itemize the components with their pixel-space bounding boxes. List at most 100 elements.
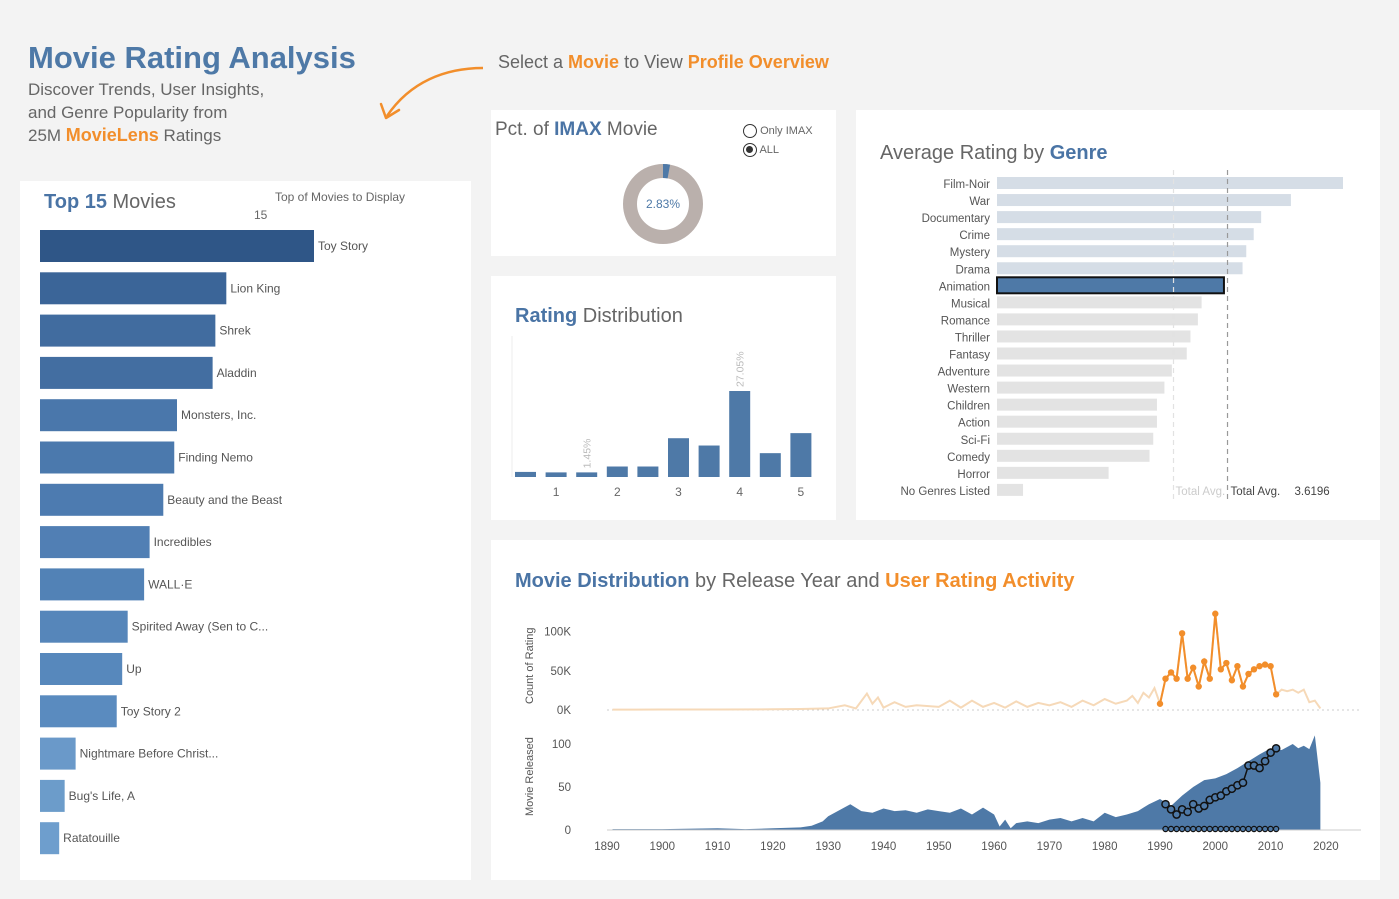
movie-bar-label[interactable]: Monsters, Inc. [181,408,256,422]
genre-bar[interactable] [997,483,1024,496]
movie-bar-label[interactable]: Beauty and the Beast [167,493,282,507]
genre-label[interactable]: Animation [939,281,990,293]
rating-activity-point[interactable] [1201,658,1208,665]
rating-activity-point[interactable] [1184,675,1191,682]
genre-label[interactable]: Drama [955,264,990,276]
movie-bar[interactable] [40,314,216,347]
rating-activity-point[interactable] [1217,666,1225,673]
rating-bar[interactable] [759,453,781,477]
genre-label[interactable]: Fantasy [949,350,990,362]
movie-bar-label[interactable]: Toy Story [318,239,368,253]
genre-bar[interactable] [997,194,1291,207]
released-point[interactable] [1199,801,1209,811]
genre-label[interactable]: Crime [959,230,990,242]
genre-bar[interactable] [996,276,1225,295]
donut-imax-slice[interactable] [662,164,671,179]
movie-bar-label[interactable]: Up [126,662,142,676]
genre-bar[interactable] [997,364,1172,377]
rating-activity-point[interactable] [1178,630,1186,637]
rating-bar[interactable] [668,438,689,477]
genre-label[interactable]: Children [947,401,990,413]
released-point[interactable] [1260,756,1270,766]
movie-bar-label[interactable]: Ratatouille [63,831,120,845]
movie-bar[interactable] [40,272,227,305]
movies-released-area[interactable] [612,735,1321,830]
genre-bar[interactable] [997,415,1157,428]
movie-bar[interactable] [40,441,175,474]
genre-bar[interactable] [997,296,1202,309]
rating-bar[interactable] [637,466,659,477]
rating-activity-point[interactable] [1272,691,1280,698]
rating-activity-point[interactable] [1245,670,1252,678]
rating-bar[interactable] [729,391,751,477]
genre-label[interactable]: Musical [951,298,990,310]
movie-bar[interactable] [40,610,128,643]
rating-bar[interactable] [576,472,598,477]
genre-bar[interactable] [997,262,1243,275]
genre-label[interactable]: Adventure [938,367,990,379]
rating-bar[interactable] [545,472,567,477]
genre-label[interactable]: Mystery [950,247,991,259]
genre-bar[interactable] [997,466,1109,479]
rating-activity-point[interactable] [1223,659,1230,667]
genre-bar[interactable] [997,245,1247,258]
genre-bar[interactable] [997,432,1154,445]
genre-bar[interactable] [997,398,1157,411]
rating-activity-point[interactable] [1239,683,1247,690]
rating-activity-point[interactable] [1256,662,1263,670]
genre-label[interactable]: Romance [941,315,990,327]
genre-label[interactable]: No Genres Listed [901,486,991,498]
movie-bar[interactable] [40,822,60,855]
genre-bar[interactable] [997,211,1262,224]
genre-bar[interactable] [997,381,1165,394]
rating-activity-point[interactable] [1261,661,1269,668]
movie-bar-label[interactable]: Bug's Life, A [69,789,135,803]
movie-bar-label[interactable]: Spirited Away (Sen to C... [132,620,269,634]
rating-activity-point[interactable] [1212,610,1219,617]
movie-bar-label[interactable]: Finding Nemo [178,451,253,465]
movie-bar-label[interactable]: Shrek [219,324,251,338]
genre-bar[interactable] [997,177,1343,189]
genre-label[interactable]: Sci-Fi [961,435,990,447]
genre-bar[interactable] [997,449,1150,462]
rating-activity-point[interactable] [1189,664,1197,671]
movie-bar-label[interactable]: Toy Story 2 [121,704,181,718]
genre-label[interactable]: Action [958,418,990,430]
released-point[interactable] [1255,763,1264,773]
movie-bar-label[interactable]: Aladdin [217,366,257,380]
genre-label[interactable]: War [969,196,990,208]
movie-bar[interactable] [40,653,123,685]
movie-bar[interactable] [40,483,164,516]
rating-activity-point[interactable] [1156,700,1164,707]
rating-bar[interactable] [606,466,628,477]
movie-bar[interactable] [40,526,150,559]
movie-bar[interactable] [40,737,76,770]
released-point[interactable] [1238,778,1248,788]
movie-bar-label[interactable]: Incredibles [154,535,212,549]
genre-bar[interactable] [997,347,1187,360]
genre-label[interactable]: Thriller [955,332,990,344]
released-point[interactable] [1183,807,1193,817]
genre-bar[interactable] [997,313,1198,326]
genre-bar[interactable] [997,228,1254,241]
movie-bar[interactable] [40,356,213,389]
rating-activity-point[interactable] [1162,675,1169,682]
movie-bar[interactable] [40,230,314,262]
rating-activity-point[interactable] [1206,675,1213,682]
rating-bar[interactable] [698,445,720,477]
rating-activity-point[interactable] [1228,677,1236,684]
genre-label[interactable]: Horror [957,469,990,481]
genre-label[interactable]: Western [947,384,990,396]
rating-activity-point[interactable] [1267,662,1274,670]
movie-bar-label[interactable]: Nightmare Before Christ... [80,747,219,761]
rating-activity-point[interactable] [1173,675,1180,682]
movie-bar[interactable] [40,568,145,601]
movie-bar-label[interactable]: WALL·E [148,577,192,591]
rating-activity-point[interactable] [1250,666,1258,673]
released-point[interactable] [1271,743,1281,753]
movie-bar[interactable] [40,695,117,728]
genre-label[interactable]: Film-Noir [943,179,990,191]
rating-activity-point[interactable] [1234,662,1241,670]
movie-bar[interactable] [40,779,65,812]
rating-bar[interactable] [790,433,812,477]
